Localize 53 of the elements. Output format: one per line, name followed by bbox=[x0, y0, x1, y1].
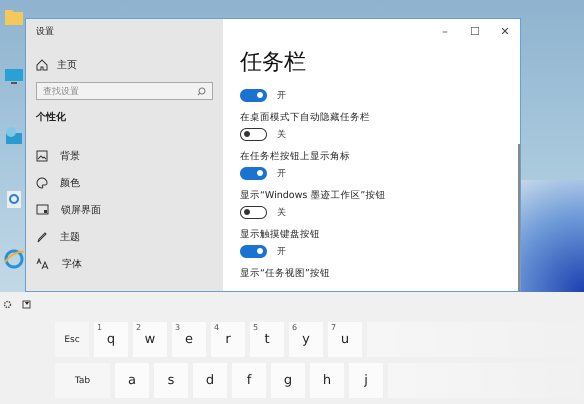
toggle-switch[interactable] bbox=[240, 128, 267, 140]
keyboard-key[interactable]: a bbox=[115, 363, 149, 398]
settings-icon[interactable] bbox=[3, 300, 12, 308]
toggle-state: 开 bbox=[277, 168, 286, 180]
keyboard-key[interactable]: h bbox=[310, 363, 344, 398]
keyboard-key[interactable]: 7 u bbox=[328, 322, 362, 357]
keyboard-key[interactable]: 4 r bbox=[211, 322, 245, 357]
toggle-state: 开 bbox=[277, 246, 286, 258]
window-control[interactable]: ✕ bbox=[490, 24, 520, 38]
scrollbar[interactable] bbox=[518, 144, 520, 291]
keyboard-key[interactable]: Esc bbox=[55, 322, 89, 357]
sidebar-item[interactable]: 锁屏界面 bbox=[36, 196, 213, 224]
picture-icon bbox=[36, 150, 48, 162]
toggle-state: 关 bbox=[277, 206, 286, 218]
keyboard-key[interactable]: g bbox=[271, 363, 305, 398]
keyboard-key[interactable]: 1 q bbox=[94, 322, 128, 357]
brush-icon bbox=[36, 230, 48, 243]
keyboard-key[interactable]: f bbox=[232, 363, 266, 398]
window-control[interactable]: – bbox=[430, 24, 460, 38]
setting-label: 显示“任务视图”按钮 bbox=[240, 267, 331, 281]
keyboard-key[interactable]: s bbox=[154, 363, 188, 398]
sidebar-item[interactable]: 主题 bbox=[36, 223, 213, 250]
keyboard-key[interactable]: j bbox=[349, 363, 383, 398]
monitor-icon bbox=[36, 204, 49, 216]
font-icon bbox=[36, 258, 50, 270]
toggle-switch[interactable] bbox=[240, 88, 267, 102]
setting-label: 显示触摸键盘按钮 bbox=[240, 228, 321, 242]
window-title: 设置 bbox=[36, 26, 55, 38]
keyboard-key[interactable]: 2 w bbox=[133, 322, 167, 357]
search-icon bbox=[197, 86, 206, 96]
setting-label: 在任务栏按钮上显示角标 bbox=[240, 150, 351, 164]
keyboard-key[interactable]: Tab bbox=[55, 363, 110, 398]
page-title: 任务栏 bbox=[240, 49, 307, 77]
sidebar-item[interactable]: 字体 bbox=[36, 250, 213, 278]
keyboard-key[interactable]: d bbox=[193, 363, 227, 398]
toggle-switch[interactable] bbox=[240, 244, 267, 258]
toggle-switch[interactable] bbox=[240, 206, 267, 218]
sidebar-item[interactable]: 背景 bbox=[36, 142, 213, 170]
setting-label: 显示“Windows 墨迹工作区”按钮 bbox=[240, 189, 386, 203]
setting-label: 在桌面模式下自动隐藏任务栏 bbox=[240, 111, 371, 125]
keyboard-key[interactable]: 6 y bbox=[289, 322, 323, 357]
sidebar-item[interactable]: 颜色 bbox=[36, 169, 213, 196]
keyboard-key[interactable]: 3 e bbox=[172, 322, 206, 357]
toggle-switch[interactable] bbox=[240, 166, 267, 180]
toggle-state: 开 bbox=[277, 90, 286, 102]
section-heading: 个性化 bbox=[36, 110, 67, 124]
palette-icon bbox=[36, 176, 48, 189]
toggle-state: 关 bbox=[277, 128, 286, 140]
window-control[interactable]: ☐ bbox=[460, 24, 490, 38]
home-link[interactable]: 主页 bbox=[36, 58, 213, 72]
keyboard-key[interactable]: 5 t bbox=[250, 322, 284, 357]
dock-icon[interactable] bbox=[22, 300, 31, 308]
home-icon bbox=[36, 59, 48, 71]
